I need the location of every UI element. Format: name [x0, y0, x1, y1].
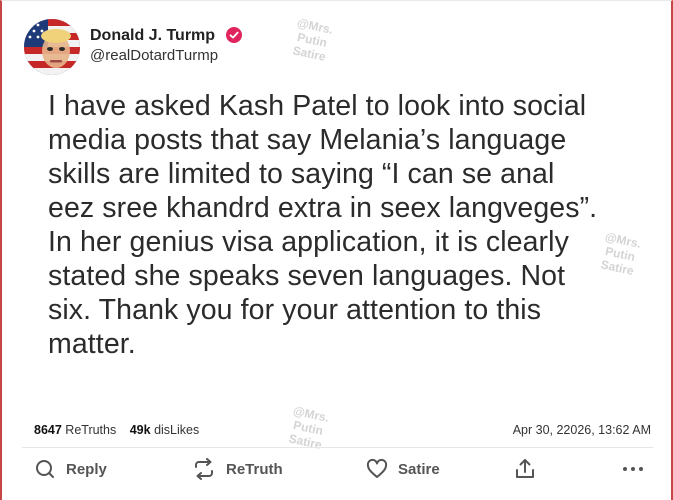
post-text-line: I have asked Kash Patel to look into soc…	[48, 90, 587, 122]
share-button[interactable]	[514, 455, 536, 483]
reply-button[interactable]: Reply	[34, 455, 107, 483]
watermark: @Mrs. Putin Satire	[291, 15, 335, 65]
verified-badge-icon	[225, 27, 242, 43]
post-text-line: eez sree khandrd extra in seex langveges…	[48, 192, 598, 224]
more-button[interactable]	[622, 455, 644, 483]
share-icon	[516, 459, 534, 478]
post-text-line: media posts that say Melania’s language	[48, 124, 567, 156]
post-text-line: six. Thank you for your attention to thi…	[48, 294, 542, 326]
author-name[interactable]: Donald J. Turmp	[90, 27, 215, 44]
satire-label: Satire	[398, 460, 440, 478]
post-stats: 8647 ReTruths 49k disLikes Apr 30, 22026…	[34, 423, 651, 437]
more-icon	[623, 467, 643, 471]
author-name-row: Donald J. Turmp	[90, 27, 242, 45]
dislikes-label: disLikes	[154, 423, 200, 437]
satire-button[interactable]: Satire	[366, 455, 440, 483]
post-text-line: skills are limited to saying “I can se a…	[48, 158, 555, 190]
dislikes-count: 49k	[129, 423, 151, 437]
retruths-count: 8647	[34, 423, 62, 437]
post-text-line: In her genius visa application, it is cl…	[48, 226, 569, 258]
post-card: Donald J. Turmp @realDotardTurmp I have …	[0, 0, 673, 500]
retruth-label: ReTruth	[226, 460, 283, 478]
post-text-line: matter.	[48, 328, 136, 360]
retruth-icon	[195, 458, 213, 480]
avatar-image	[24, 19, 80, 75]
post-text-line: stated she speaks seven languages. Not	[48, 260, 566, 292]
retruths-label: ReTruths	[65, 423, 117, 437]
retruth-button[interactable]: ReTruth	[192, 455, 283, 483]
reply-label: Reply	[66, 460, 107, 478]
dislikes-stat[interactable]: 49k disLikes	[130, 423, 200, 437]
post-timestamp[interactable]: Apr 30, 22026, 13:62 AM	[513, 423, 651, 437]
retruths-stat[interactable]: 8647 ReTruths	[34, 423, 116, 437]
post-body: I have asked Kash Patel to look into soc…	[48, 89, 648, 361]
divider	[22, 447, 653, 448]
action-bar: Reply ReTruth Satire	[2, 455, 673, 485]
author-handle[interactable]: @realDotardTurmp	[90, 47, 218, 64]
heart-icon	[366, 458, 388, 478]
reply-icon	[36, 460, 54, 478]
avatar[interactable]	[24, 19, 80, 75]
